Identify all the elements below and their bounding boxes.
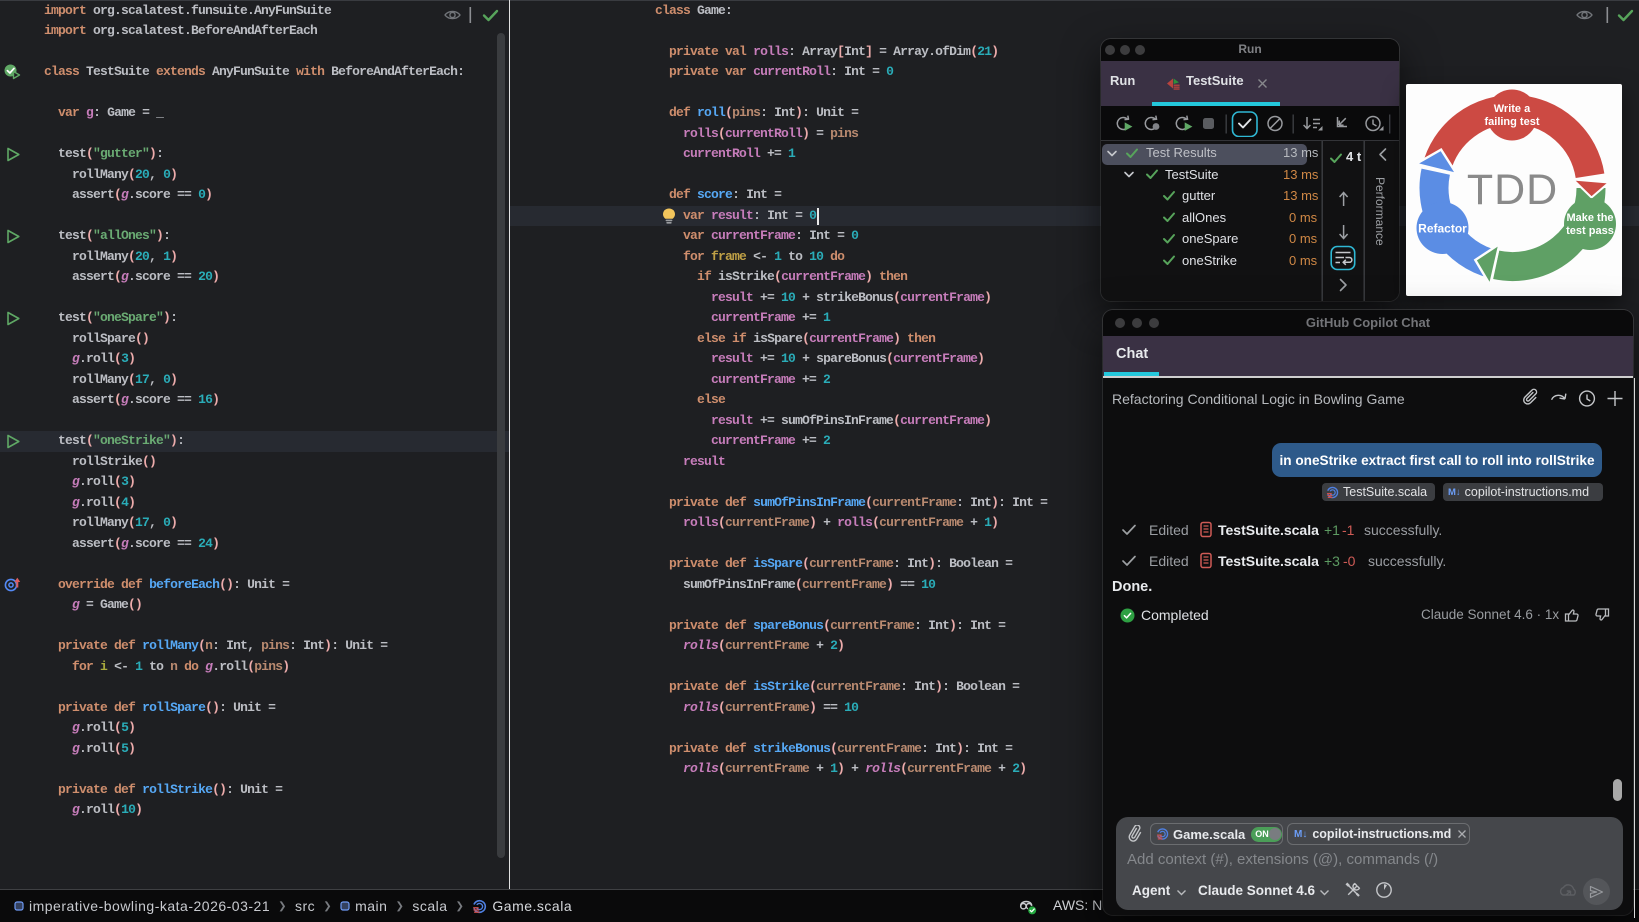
- svg-text:Write a: Write a: [1494, 103, 1531, 115]
- svg-text:failing test: failing test: [1484, 116, 1539, 128]
- svg-text:TDD: TDD: [1467, 166, 1558, 214]
- svg-text:test pass: test pass: [1566, 225, 1614, 237]
- svg-text:Make the: Make the: [1566, 212, 1613, 224]
- svg-text:Refactor: Refactor: [1418, 222, 1467, 236]
